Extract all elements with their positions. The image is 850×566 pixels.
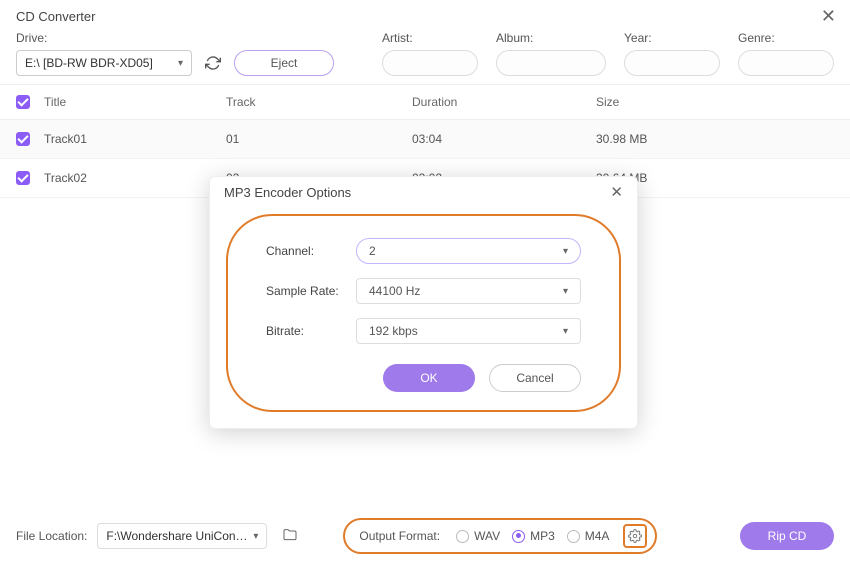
artist-input[interactable]: [382, 50, 478, 76]
genre-input[interactable]: [738, 50, 834, 76]
col-duration: Duration: [412, 95, 596, 109]
channel-value: 2: [369, 244, 376, 258]
output-format-label: Output Format:: [359, 529, 440, 543]
radio-m4a[interactable]: M4A: [567, 529, 610, 543]
cell-size: 30.98 MB: [596, 132, 834, 146]
folder-icon: [282, 527, 298, 543]
file-location-select[interactable]: F:\Wondershare UniConverter ▾: [97, 523, 267, 549]
drive-label: Drive:: [16, 31, 334, 45]
ok-button[interactable]: OK: [383, 364, 475, 392]
chevron-down-icon: ▾: [563, 326, 568, 337]
select-all-checkbox[interactable]: [16, 95, 30, 109]
radio-icon: [456, 530, 469, 543]
refresh-button[interactable]: [200, 50, 226, 76]
encoder-options-modal: MP3 Encoder Options ✕ Channel: 2 ▾ Sampl…: [209, 176, 638, 429]
col-title: Title: [44, 95, 226, 109]
year-input[interactable]: [624, 50, 720, 76]
year-label: Year:: [624, 31, 720, 45]
radio-label: M4A: [585, 529, 610, 543]
gear-icon: [628, 529, 642, 543]
chevron-down-icon: ▾: [178, 58, 183, 69]
bitrate-label: Bitrate:: [266, 324, 356, 338]
window-title: CD Converter: [16, 9, 95, 24]
bitrate-value: 192 kbps: [369, 324, 418, 338]
channel-select[interactable]: 2 ▾: [356, 238, 581, 264]
genre-label: Genre:: [738, 31, 834, 45]
sample-rate-value: 44100 Hz: [369, 284, 420, 298]
col-size: Size: [596, 95, 834, 109]
open-folder-button[interactable]: [277, 523, 303, 549]
sample-rate-label: Sample Rate:: [266, 284, 356, 298]
eject-button[interactable]: Eject: [234, 50, 334, 76]
row-checkbox[interactable]: [16, 132, 30, 146]
chevron-down-icon: ▾: [253, 531, 258, 542]
drive-value: E:\ [BD-RW BDR-XD05]: [25, 56, 153, 70]
output-format-group: Output Format: WAV MP3 M4A: [343, 518, 657, 554]
radio-icon: [512, 530, 525, 543]
cancel-button[interactable]: Cancel: [489, 364, 581, 392]
radio-label: WAV: [474, 529, 500, 543]
radio-mp3[interactable]: MP3: [512, 529, 555, 543]
chevron-down-icon: ▾: [563, 246, 568, 257]
file-location-label: File Location:: [16, 529, 87, 543]
cell-title: Track01: [44, 132, 226, 146]
chevron-down-icon: ▾: [563, 286, 568, 297]
channel-label: Channel:: [266, 244, 356, 258]
radio-icon: [567, 530, 580, 543]
modal-title: MP3 Encoder Options: [224, 185, 351, 200]
col-track: Track: [226, 95, 412, 109]
radio-label: MP3: [530, 529, 555, 543]
table-header-row: Title Track Duration Size: [0, 84, 850, 120]
close-icon[interactable]: ✕: [821, 7, 836, 25]
bitrate-select[interactable]: 192 kbps ▾: [356, 318, 581, 344]
cell-track: 01: [226, 132, 412, 146]
album-input[interactable]: [496, 50, 606, 76]
rip-cd-button[interactable]: Rip CD: [740, 522, 834, 550]
radio-wav[interactable]: WAV: [456, 529, 500, 543]
cell-title: Track02: [44, 171, 226, 185]
row-checkbox[interactable]: [16, 171, 30, 185]
encoder-settings-button[interactable]: [623, 524, 647, 548]
album-label: Album:: [496, 31, 606, 45]
drive-select[interactable]: E:\ [BD-RW BDR-XD05] ▾: [16, 50, 192, 76]
table-row[interactable]: Track01 01 03:04 30.98 MB: [0, 120, 850, 159]
file-location-value: F:\Wondershare UniConverter: [106, 529, 253, 543]
sample-rate-select[interactable]: 44100 Hz ▾: [356, 278, 581, 304]
refresh-icon: [205, 55, 221, 71]
cell-duration: 03:04: [412, 132, 596, 146]
artist-label: Artist:: [382, 31, 478, 45]
modal-close-icon[interactable]: ✕: [610, 185, 623, 200]
